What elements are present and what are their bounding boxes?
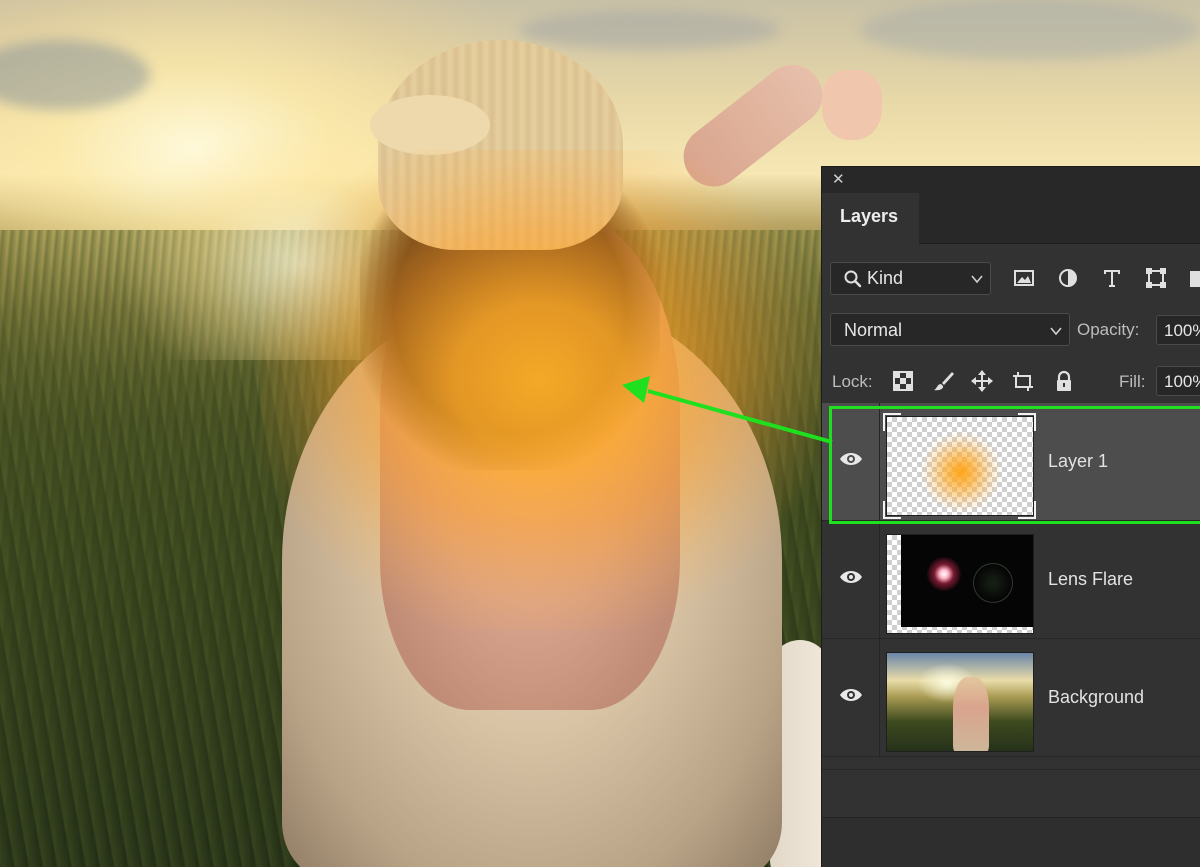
- selection-corner: [883, 413, 901, 431]
- cloud: [520, 10, 780, 50]
- lock-row: Lock: Fill: 100%: [822, 362, 1200, 402]
- layer-row-background[interactable]: Background: [822, 639, 1200, 757]
- adjustment-filter-icon[interactable]: [1057, 267, 1079, 289]
- layer-thumbnail-lens-flare: [886, 534, 1034, 634]
- chevron-down-icon: [971, 275, 983, 284]
- selection-corner: [1018, 501, 1036, 519]
- type-filter-icon[interactable]: [1101, 267, 1123, 289]
- lock-all-icon[interactable]: [1052, 369, 1076, 393]
- layer-row-layer-1[interactable]: Layer 1: [822, 403, 1200, 521]
- lock-transparent-pixels-icon[interactable]: [891, 369, 915, 393]
- eye-icon: [840, 453, 862, 465]
- panel-footer: [822, 817, 1200, 867]
- filter-kind-label: Kind: [867, 268, 904, 288]
- lock-position-icon[interactable]: [970, 369, 994, 393]
- panel-title-bar: ✕: [822, 167, 1200, 193]
- beanie-cuff: [370, 95, 490, 155]
- lock-artboard-icon[interactable]: [1011, 369, 1035, 393]
- visibility-toggle[interactable]: [822, 639, 880, 757]
- flare-core: [927, 557, 961, 591]
- layer-name[interactable]: Layer 1: [1048, 451, 1108, 472]
- lock-label: Lock:: [832, 372, 873, 391]
- filter-kind-select[interactable]: Kind: [830, 262, 991, 295]
- lock-image-pixels-icon[interactable]: [932, 369, 956, 393]
- opacity-input[interactable]: 100%: [1156, 315, 1200, 345]
- tab-layers[interactable]: Layers: [822, 193, 919, 245]
- shape-filter-icon[interactable]: [1145, 267, 1167, 289]
- fill-input[interactable]: 100%: [1156, 366, 1200, 396]
- search-icon: [844, 270, 862, 288]
- eye-icon: [840, 571, 862, 583]
- glow-preview: [921, 432, 1001, 512]
- fill-label: Fill:: [1119, 372, 1146, 391]
- opacity-label: Opacity:: [1077, 320, 1140, 339]
- close-icon[interactable]: ✕: [832, 172, 846, 187]
- layer-filter-row: Kind: [822, 257, 1200, 297]
- layer-row-lens-flare[interactable]: Lens Flare: [822, 521, 1200, 639]
- layer-thumbnail-background: [886, 652, 1034, 752]
- blend-mode-select[interactable]: Normal: [830, 313, 1070, 346]
- selection-corner: [883, 501, 901, 519]
- visibility-toggle[interactable]: [822, 521, 880, 639]
- panel-tab-bar: Layers: [822, 193, 1200, 245]
- selection-corner: [1018, 413, 1036, 431]
- chevron-down-icon: [1050, 327, 1062, 336]
- blend-mode-value: Normal: [844, 320, 903, 340]
- eye-icon: [840, 689, 862, 701]
- child-raised-arm: [671, 52, 835, 199]
- child-hand: [822, 70, 882, 140]
- layer-name[interactable]: Lens Flare: [1048, 569, 1133, 590]
- visibility-toggle[interactable]: [822, 403, 880, 521]
- black-fill-preview: [901, 535, 1033, 627]
- layers-panel: ✕ Layers Kind Normal Opacity: 100 Lock: …: [821, 166, 1200, 867]
- cloud: [860, 0, 1200, 60]
- thumb-figures: [953, 677, 989, 751]
- image-filter-icon[interactable]: [1013, 267, 1035, 289]
- layer-name[interactable]: Background: [1048, 687, 1144, 708]
- flare-ring: [973, 563, 1013, 603]
- smart-object-filter-icon[interactable]: [1188, 267, 1200, 289]
- layer-thumbnail-layer-1: [886, 416, 1034, 516]
- layers-list: Layer 1 Lens Flare Background: [822, 403, 1200, 803]
- layers-empty-area: [822, 769, 1200, 817]
- blend-row: Normal Opacity: 100%: [822, 310, 1200, 350]
